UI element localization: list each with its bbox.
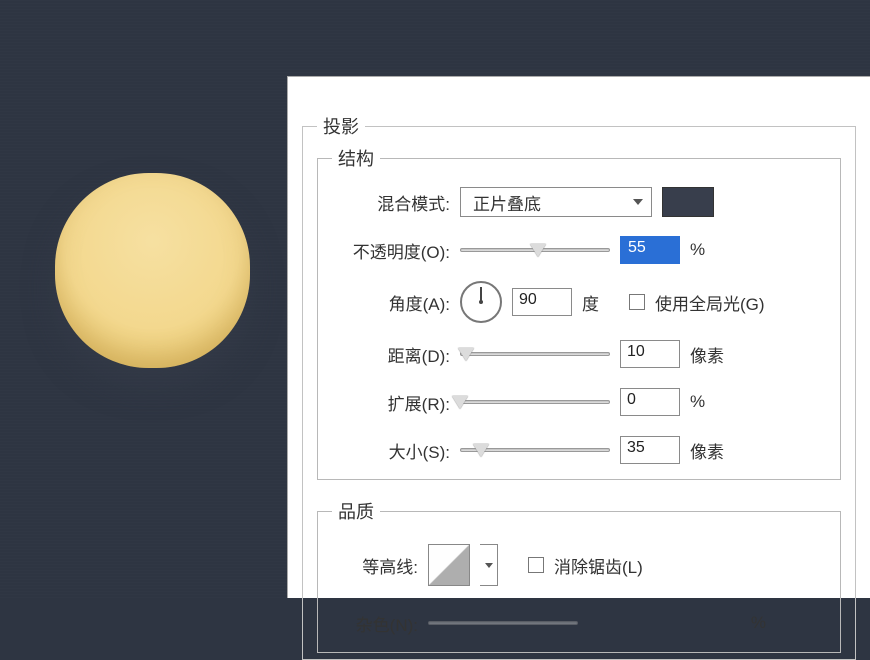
- distance-row: 距离(D): 10 像素: [332, 337, 826, 371]
- spread-row: 扩展(R): 0 %: [332, 385, 826, 419]
- noise-label: 杂色(N):: [332, 611, 418, 636]
- size-label: 大小(S):: [332, 438, 450, 463]
- opacity-row: 不透明度(O): 55 %: [332, 233, 826, 267]
- blend-mode-row: 混合模式: 正片叠底: [332, 185, 826, 219]
- quality-fieldset: 品质 等高线: 消除锯齿(L) 杂色(N): %: [317, 498, 841, 653]
- blend-mode-label: 混合模式:: [332, 190, 450, 215]
- noise-slider[interactable]: [428, 614, 578, 632]
- size-unit: 像素: [690, 438, 724, 463]
- size-slider[interactable]: [460, 441, 610, 459]
- antialias-label: 消除锯齿(L): [554, 553, 643, 578]
- global-light-checkbox[interactable]: [629, 294, 645, 310]
- opacity-label: 不透明度(O):: [332, 238, 450, 263]
- distance-label: 距离(D):: [332, 342, 450, 367]
- global-light-label: 使用全局光(G): [655, 290, 765, 315]
- opacity-input[interactable]: 55: [620, 236, 680, 264]
- spread-slider[interactable]: [460, 393, 610, 411]
- angle-label: 角度(A):: [332, 290, 450, 315]
- structure-legend: 结构: [332, 145, 380, 171]
- distance-slider[interactable]: [460, 345, 610, 363]
- contour-row: 等高线: 消除锯齿(L): [332, 544, 826, 586]
- angle-unit: 度: [582, 290, 599, 315]
- distance-unit: 像素: [690, 342, 724, 367]
- drop-shadow-fieldset: 投影 结构 混合模式: 正片叠底 不透明度(O): 55 %: [302, 113, 856, 660]
- quality-legend: 品质: [332, 498, 380, 524]
- preview-shape: [55, 173, 250, 368]
- antialias-checkbox[interactable]: [528, 557, 544, 573]
- contour-label: 等高线:: [332, 553, 418, 578]
- noise-row: 杂色(N): %: [332, 606, 826, 640]
- angle-input[interactable]: 90: [512, 288, 572, 316]
- opacity-unit: %: [690, 240, 705, 260]
- spread-input[interactable]: 0: [620, 388, 680, 416]
- blend-mode-value: 正片叠底: [473, 190, 541, 215]
- contour-dropdown[interactable]: [480, 544, 498, 586]
- drop-shadow-legend: 投影: [317, 113, 365, 139]
- distance-input[interactable]: 10: [620, 340, 680, 368]
- size-row: 大小(S): 35 像素: [332, 433, 826, 467]
- opacity-slider[interactable]: [460, 241, 610, 259]
- structure-fieldset: 结构 混合模式: 正片叠底 不透明度(O): 55 %: [317, 145, 841, 480]
- shadow-color-swatch[interactable]: [662, 187, 714, 217]
- spread-unit: %: [690, 392, 705, 412]
- layer-style-panel: 投影 结构 混合模式: 正片叠底 不透明度(O): 55 %: [287, 76, 870, 598]
- size-input[interactable]: 35: [620, 436, 680, 464]
- blend-mode-select[interactable]: 正片叠底: [460, 187, 652, 217]
- spread-label: 扩展(R):: [332, 390, 450, 415]
- noise-unit: %: [751, 613, 766, 633]
- contour-picker[interactable]: [428, 544, 470, 586]
- angle-dial[interactable]: [460, 281, 502, 323]
- chevron-down-icon: [485, 563, 493, 568]
- angle-row: 角度(A): 90 度 使用全局光(G): [332, 281, 826, 323]
- chevron-down-icon: [633, 199, 643, 205]
